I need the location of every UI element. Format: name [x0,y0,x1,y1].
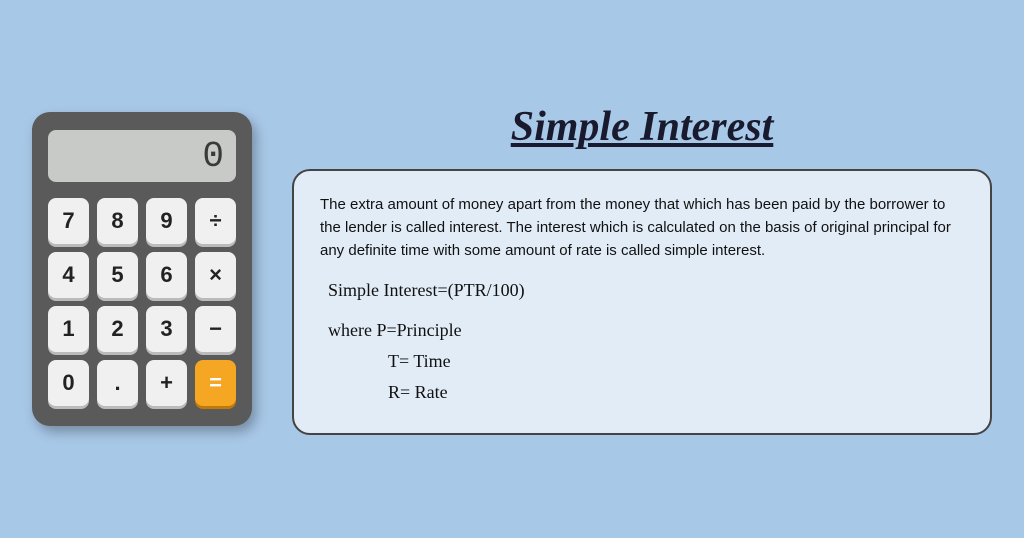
right-panel: Simple Interest The extra amount of mone… [292,103,992,436]
r-label: R= Rate [388,377,964,408]
t-label: T= Time [388,346,964,377]
page-title: Simple Interest [292,103,992,151]
calculator-buttons: 7 8 9 ÷ 4 5 6 × 1 2 3 − 0 . + = [48,198,236,406]
btn-6[interactable]: 6 [146,252,187,298]
formula-text: Simple Interest=(PTR/100) [320,280,964,301]
display-value: 0 [202,136,222,177]
btn-subtract[interactable]: − [195,306,236,352]
calculator-display: 0 [48,130,236,182]
variables-section: where P=Principle T= Time R= Rate [320,315,964,407]
btn-multiply[interactable]: × [195,252,236,298]
btn-equals[interactable]: = [195,360,236,406]
main-container: 0 7 8 9 ÷ 4 5 6 × 1 2 3 − 0 . + = Simple… [32,103,992,436]
btn-3[interactable]: 3 [146,306,187,352]
btn-dot[interactable]: . [97,360,138,406]
description-text: The extra amount of money apart from the… [320,193,964,263]
btn-7[interactable]: 7 [48,198,89,244]
btn-1[interactable]: 1 [48,306,89,352]
btn-divide[interactable]: ÷ [195,198,236,244]
btn-0[interactable]: 0 [48,360,89,406]
calculator: 0 7 8 9 ÷ 4 5 6 × 1 2 3 − 0 . + = [32,112,252,426]
btn-add[interactable]: + [146,360,187,406]
info-box: The extra amount of money apart from the… [292,169,992,436]
btn-4[interactable]: 4 [48,252,89,298]
where-line: where P=Principle [328,315,964,346]
t-r-lines: T= Time R= Rate [388,346,964,407]
btn-9[interactable]: 9 [146,198,187,244]
btn-8[interactable]: 8 [97,198,138,244]
btn-5[interactable]: 5 [97,252,138,298]
where-p-label: where P=Principle [328,315,462,346]
btn-2[interactable]: 2 [97,306,138,352]
